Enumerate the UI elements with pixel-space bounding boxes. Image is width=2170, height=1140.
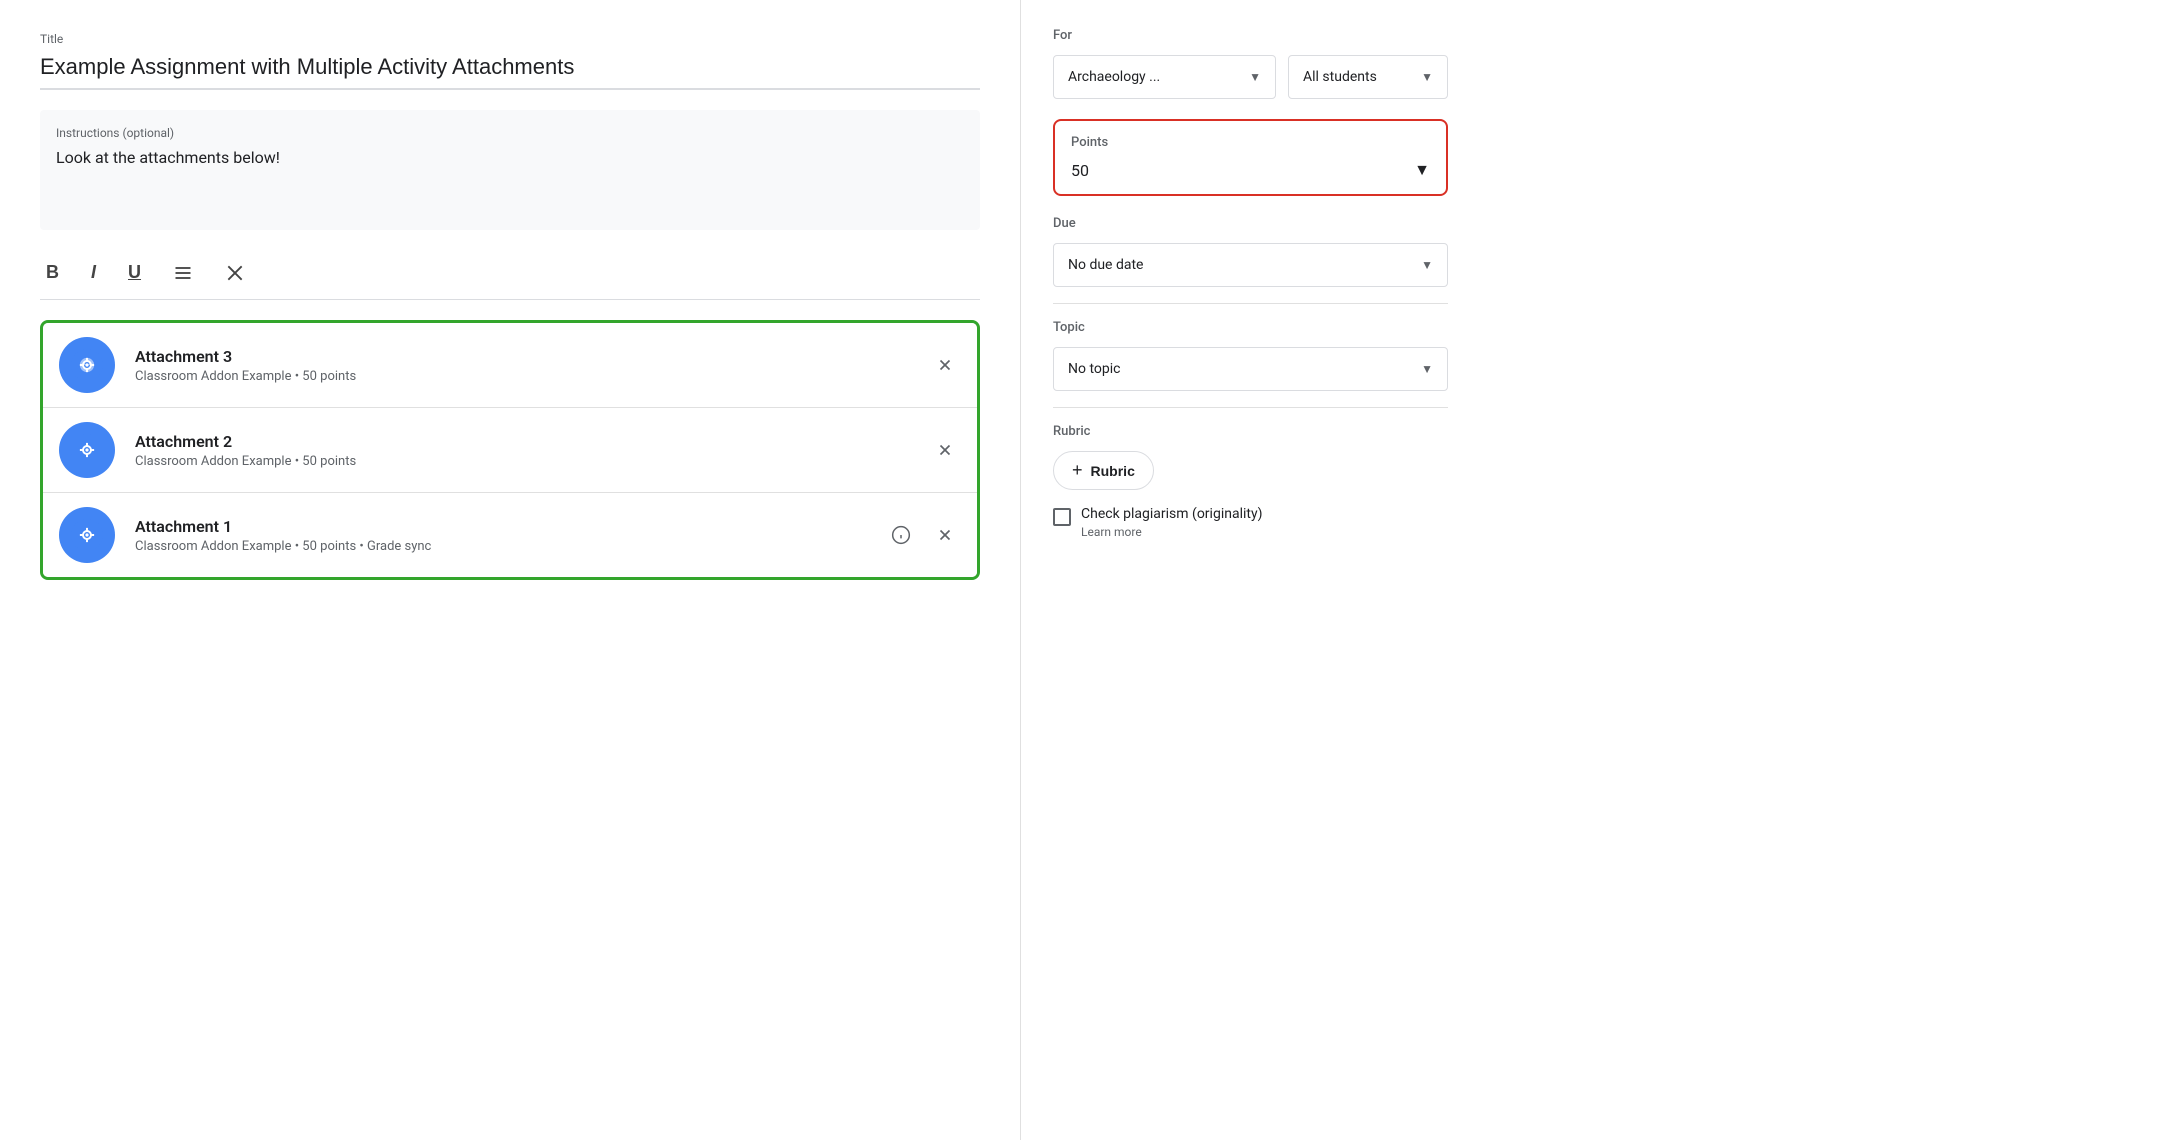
right-panel: For Archaeology ... ▼ All students ▼ Poi… <box>1020 0 1480 1140</box>
due-label: Due <box>1053 216 1448 231</box>
plagiarism-label: Check plagiarism (originality) <box>1081 506 1262 522</box>
learn-more-link[interactable]: Learn more <box>1081 525 1262 539</box>
topic-label: Topic <box>1053 320 1448 335</box>
title-section: Title <box>40 32 980 90</box>
attachment-3-actions <box>929 349 961 381</box>
attachment-3-name: Attachment 3 <box>135 347 929 366</box>
clear-format-button[interactable] <box>219 259 251 287</box>
attachment-item-3: Attachment 3 Classroom Addon Example • 5… <box>43 323 977 408</box>
rubric-section: Rubric + Rubric <box>1053 424 1448 490</box>
title-input[interactable] <box>40 50 980 90</box>
for-selects: Archaeology ... ▼ All students ▼ <box>1053 55 1448 99</box>
attachment-2-actions <box>929 434 961 466</box>
topic-section: Topic No topic ▼ <box>1053 320 1448 391</box>
rubric-button[interactable]: + Rubric <box>1053 451 1154 490</box>
rubric-plus-icon: + <box>1072 460 1083 481</box>
divider-2 <box>1053 407 1448 408</box>
attachment-2-icon <box>59 422 115 478</box>
attachment-2-close-button[interactable] <box>929 434 961 466</box>
due-select[interactable]: No due date ▼ <box>1053 243 1448 287</box>
instructions-label: Instructions (optional) <box>56 126 964 140</box>
attachment-item-1: Attachment 1 Classroom Addon Example • 5… <box>43 493 977 577</box>
attachment-item-2: Attachment 2 Classroom Addon Example • 5… <box>43 408 977 493</box>
points-value: 50 <box>1071 161 1089 180</box>
attachment-2-name: Attachment 2 <box>135 432 929 451</box>
due-section: Due No due date ▼ <box>1053 216 1448 287</box>
points-select[interactable]: 50 ▼ <box>1071 160 1430 180</box>
attachment-3-meta: Classroom Addon Example • 50 points <box>135 369 929 384</box>
rubric-label: Rubric <box>1053 424 1448 439</box>
list-button[interactable] <box>167 259 199 287</box>
divider-1 <box>1053 303 1448 304</box>
italic-button[interactable]: I <box>85 258 102 287</box>
class-select-value: Archaeology ... <box>1068 69 1160 85</box>
attachment-1-info-button[interactable] <box>885 519 917 551</box>
topic-select[interactable]: No topic ▼ <box>1053 347 1448 391</box>
class-select-arrow: ▼ <box>1249 70 1261 84</box>
points-label: Points <box>1071 135 1430 150</box>
attachment-2-meta: Classroom Addon Example • 50 points <box>135 454 929 469</box>
rubric-btn-label: Rubric <box>1091 463 1135 479</box>
plagiarism-section: Check plagiarism (originality) Learn mor… <box>1053 506 1448 539</box>
attachment-3-close-button[interactable] <box>929 349 961 381</box>
students-select-arrow: ▼ <box>1421 70 1433 84</box>
students-select[interactable]: All students ▼ <box>1288 55 1448 99</box>
attachment-1-actions <box>885 519 961 551</box>
attachment-3-info: Attachment 3 Classroom Addon Example • 5… <box>135 347 929 384</box>
due-value: No due date <box>1068 257 1143 273</box>
attachment-1-info: Attachment 1 Classroom Addon Example • 5… <box>135 517 885 554</box>
for-label: For <box>1053 28 1448 43</box>
attachments-container: Attachment 3 Classroom Addon Example • 5… <box>40 320 980 580</box>
formatting-toolbar: B I U <box>40 246 980 300</box>
attachment-1-icon <box>59 507 115 563</box>
bold-button[interactable]: B <box>40 258 65 287</box>
topic-arrow: ▼ <box>1421 362 1433 376</box>
attachment-1-name: Attachment 1 <box>135 517 885 536</box>
plagiarism-checkbox[interactable] <box>1053 508 1071 526</box>
title-label: Title <box>40 32 980 46</box>
underline-button[interactable]: U <box>122 258 147 287</box>
attachment-3-icon <box>59 337 115 393</box>
instructions-section[interactable]: Instructions (optional) Look at the atta… <box>40 110 980 230</box>
topic-value: No topic <box>1068 361 1120 377</box>
students-select-value: All students <box>1303 69 1377 85</box>
attachment-2-info: Attachment 2 Classroom Addon Example • 5… <box>135 432 929 469</box>
points-arrow: ▼ <box>1414 160 1430 180</box>
for-section: For Archaeology ... ▼ All students ▼ <box>1053 28 1448 99</box>
class-select[interactable]: Archaeology ... ▼ <box>1053 55 1276 99</box>
points-section: Points 50 ▼ <box>1053 119 1448 196</box>
left-panel: Title Instructions (optional) Look at th… <box>0 0 1020 1140</box>
attachment-1-meta: Classroom Addon Example • 50 points • Gr… <box>135 539 885 554</box>
plagiarism-text-block: Check plagiarism (originality) Learn mor… <box>1081 506 1262 539</box>
instructions-text: Look at the attachments below! <box>56 148 964 167</box>
attachment-1-close-button[interactable] <box>929 519 961 551</box>
due-arrow: ▼ <box>1421 258 1433 272</box>
